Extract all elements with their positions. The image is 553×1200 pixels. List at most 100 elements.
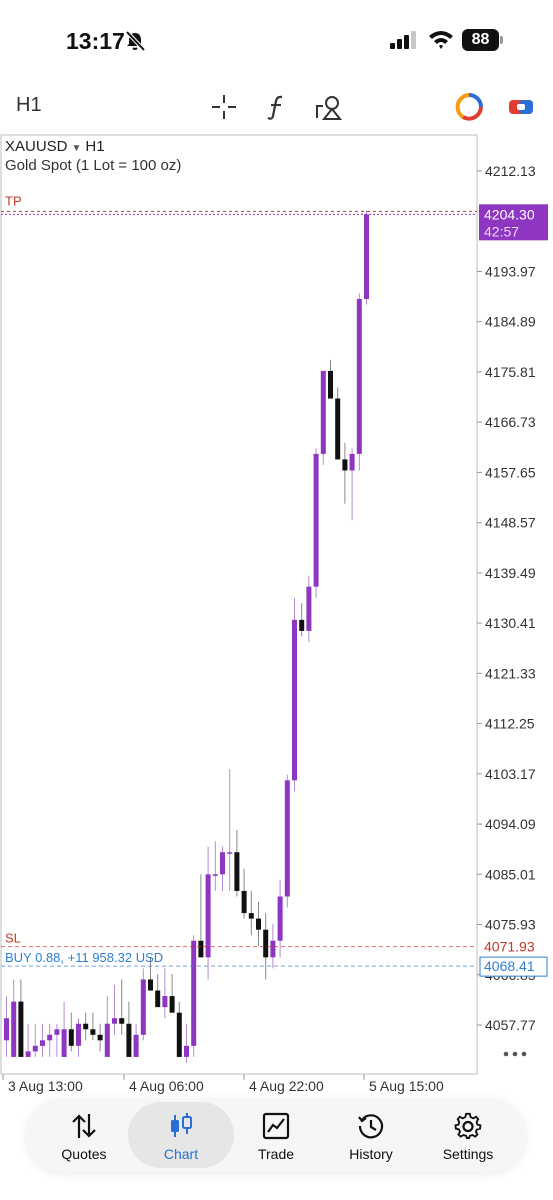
chart-frame [0, 134, 478, 1075]
tp-label: TP [5, 193, 22, 208]
candle-body [198, 940, 204, 958]
position-price: 4068.41 [484, 958, 535, 974]
tab-trade[interactable]: Trade [228, 1102, 324, 1168]
bottom-tab-bar: Quotes Chart Trade History Settings [26, 1098, 526, 1172]
symbol-name[interactable]: XAUUSD [5, 138, 68, 155]
account-icon[interactable] [454, 92, 484, 122]
price-label: 4075.93 [485, 917, 536, 933]
candle-body [263, 929, 269, 958]
history-icon [358, 1114, 384, 1139]
candle-body [155, 990, 161, 1008]
tab-history-label: History [349, 1146, 393, 1162]
price-label: 4094.09 [485, 816, 536, 832]
candle-body [248, 913, 254, 919]
candle-body [284, 780, 290, 897]
symbol-dropdown-icon[interactable]: ▼ [72, 143, 82, 154]
candle-body [40, 1040, 45, 1046]
chart-canvas[interactable]: 4212.13 4193.97 4184.89 4175.81 4166.73 4157.… [0, 134, 553, 1098]
candle-body [212, 874, 218, 876]
time-label: 4 Aug 06:00 [129, 1078, 204, 1094]
symbol-description: Gold Spot (1 Lot = 100 oz) [5, 157, 182, 174]
status-time: 13:17 [66, 28, 125, 54]
candle-body [76, 1023, 81, 1046]
candle-body [256, 918, 261, 930]
candle-body [54, 1029, 60, 1035]
more-options-icon[interactable] [503, 1049, 527, 1059]
objects-icon[interactable] [314, 92, 344, 122]
price-label: 4166.73 [485, 414, 536, 430]
candle-body [234, 852, 240, 891]
candle-body [292, 619, 297, 781]
quotes-icon [72, 1114, 96, 1138]
time-axis: 3 Aug 13:00 4 Aug 06:00 4 Aug 22:00 5 Aug 1… [2, 1074, 444, 1094]
tab-chart-label: Chart [163, 1146, 199, 1162]
status-bar: 13:17 88 [0, 0, 553, 80]
candle-body [227, 852, 233, 854]
price-chart[interactable]: 4212.13 4193.97 4184.89 4175.81 4166.73 4157.… [0, 134, 553, 1098]
symbol-header: XAUUSD ▼ H1 [5, 138, 105, 155]
price-label: 4130.41 [485, 615, 536, 631]
tab-chart[interactable]: Chart [128, 1102, 234, 1168]
candle-body [277, 896, 283, 941]
candle-body [126, 1023, 132, 1057]
price-label: 4212.13 [485, 163, 536, 179]
price-label: 4193.97 [485, 263, 536, 279]
battery-level: 88 [462, 29, 499, 51]
position-label: BUY 0.88, +11 958.32 USD [5, 950, 163, 965]
price-label: 4184.89 [485, 314, 536, 330]
tab-trade-label: Trade [257, 1146, 295, 1162]
candle-body [184, 1045, 189, 1057]
tab-settings-label: Settings [442, 1146, 494, 1162]
candle-body [97, 1034, 103, 1041]
sl-price: 4071.93 [484, 939, 535, 955]
candle-body [205, 874, 211, 958]
candle-body [4, 1018, 9, 1041]
candle-body [328, 370, 333, 399]
sl-label: SL [5, 931, 21, 946]
function-icon[interactable] [262, 92, 292, 122]
candle-body [169, 996, 175, 1013]
price-label: 4085.01 [485, 866, 536, 882]
candle-body [220, 852, 225, 875]
candle-body [356, 298, 362, 454]
candle-body [342, 459, 348, 471]
time-label: 5 Aug 15:00 [369, 1078, 444, 1094]
price-label: 4121.33 [485, 665, 536, 681]
candle-body [335, 398, 341, 460]
price-label: 4103.17 [485, 766, 536, 782]
candle-body [25, 1051, 31, 1057]
candle-body [191, 940, 197, 1046]
candle-body [364, 214, 369, 299]
trade-chart-icon [262, 1112, 290, 1140]
price-label: 4057.77 [485, 1017, 536, 1033]
time-label: 4 Aug 22:00 [249, 1078, 324, 1094]
candle-body [176, 1012, 182, 1057]
price-label: 4157.65 [485, 464, 536, 480]
candle-body [11, 1001, 17, 1057]
tab-settings[interactable]: Settings [420, 1102, 516, 1168]
candle-body [104, 1023, 110, 1057]
time-label: 3 Aug 13:00 [8, 1078, 83, 1094]
candle-body [90, 1029, 96, 1035]
candle-body [47, 1034, 53, 1041]
price-axis: 4212.13 4193.97 4184.89 4175.81 4166.73 4157.… [477, 163, 536, 1033]
price-label: 4175.81 [485, 364, 536, 380]
levels: TP 4204.3042:57 SL 4071.93 BUY 0.88, +11 958… [1, 193, 548, 977]
candle-body [133, 1034, 139, 1057]
candle-body [349, 453, 355, 471]
trade-toggle-icon[interactable] [506, 92, 536, 122]
timeframe-selector[interactable]: H1 [16, 94, 42, 117]
chart-toolbar: H1 [0, 84, 553, 128]
candle-body [61, 1029, 67, 1057]
wifi-icon [429, 31, 453, 49]
candle-body [320, 370, 326, 454]
candle-body [148, 979, 153, 991]
candle-body [18, 1001, 24, 1057]
crosshair-icon[interactable] [209, 92, 239, 122]
candle-body [32, 1045, 38, 1052]
tab-quotes[interactable]: Quotes [36, 1102, 132, 1168]
candlestick-icon [171, 1113, 192, 1137]
tab-history[interactable]: History [323, 1102, 419, 1168]
candle-body [241, 890, 247, 914]
bar-countdown: 42:57 [484, 223, 519, 239]
